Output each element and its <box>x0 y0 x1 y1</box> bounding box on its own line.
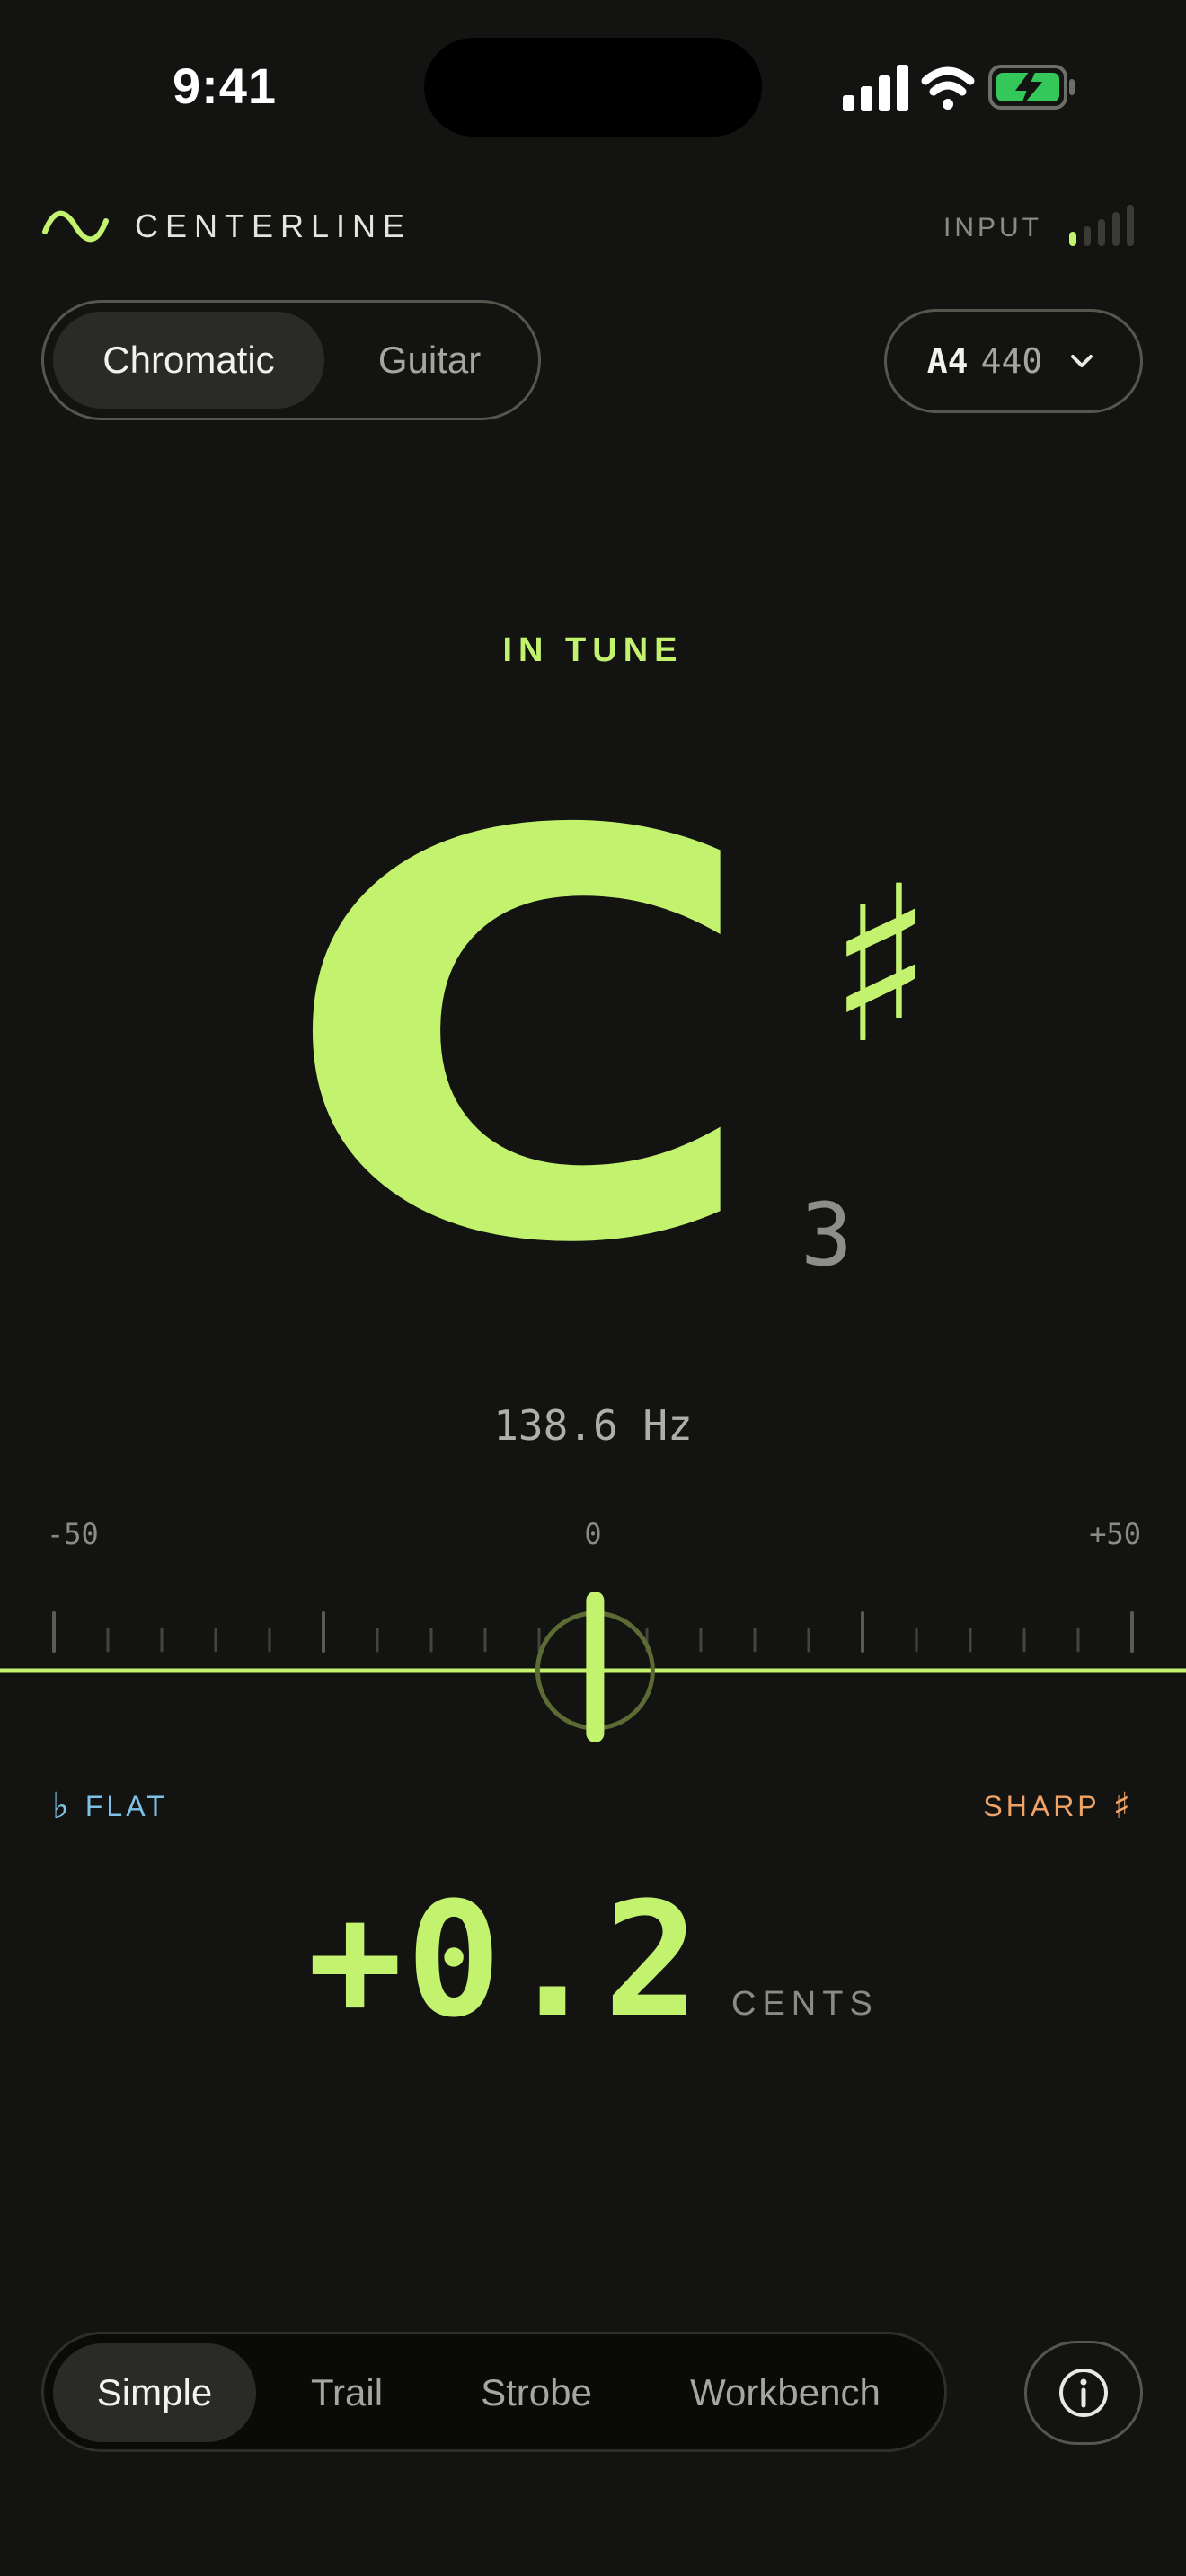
scale-min-label: -50 <box>47 1517 99 1551</box>
tuning-status: IN TUNE <box>502 631 684 669</box>
view-mode-tabs: Simple Trail Strobe Workbench <box>41 2332 947 2452</box>
note-octave: 3 <box>801 1185 853 1285</box>
cellular-signal-icon <box>843 65 908 111</box>
flat-label: FLAT <box>84 1789 168 1822</box>
detected-frequency: 138.6 Hz <box>493 1401 693 1450</box>
flat-indicator: ♭ FLAT <box>52 1784 168 1829</box>
reference-note: A4 <box>926 341 969 381</box>
reference-frequency: 440 <box>980 341 1043 381</box>
status-time: 9:41 <box>172 57 278 114</box>
sharp-label: SHARP <box>983 1789 1101 1822</box>
mode-chromatic[interactable]: Chromatic <box>53 312 324 409</box>
tab-simple[interactable]: Simple <box>53 2343 256 2442</box>
app-name: CENTERLINE <box>135 207 412 244</box>
cents-value: +0.2 <box>307 1868 704 2052</box>
tab-workbench[interactable]: Workbench <box>642 2343 928 2442</box>
scale-max-label: +50 <box>1089 1517 1141 1551</box>
info-icon <box>1059 2369 1108 2417</box>
sharp-indicator: SHARP ♯ <box>983 1784 1134 1829</box>
wifi-icon <box>921 66 975 110</box>
chevron-down-icon <box>1071 355 1093 367</box>
battery-charging-icon <box>988 65 1075 110</box>
note-accidental: ♯ <box>828 840 934 1091</box>
tuning-needle <box>535 1592 655 1742</box>
sine-wave-icon <box>42 210 109 243</box>
flat-icon: ♭ <box>52 1786 73 1827</box>
scale-zero-label: 0 <box>584 1517 602 1551</box>
reference-pitch-dropdown[interactable]: A4 440 <box>884 309 1143 413</box>
info-button[interactable] <box>1024 2341 1143 2445</box>
mode-guitar[interactable]: Guitar <box>330 312 529 409</box>
status-icons <box>843 65 1075 111</box>
input-level-meter <box>1069 205 1134 246</box>
cents-unit: CENTS <box>731 1985 879 2023</box>
tab-trail[interactable]: Trail <box>263 2343 430 2442</box>
sharp-icon: ♯ <box>1112 1786 1134 1827</box>
dynamic-island <box>424 38 762 137</box>
cents-readout: +0.2 CENTS <box>0 1868 1186 2052</box>
cents-meter <box>0 1592 1186 1742</box>
tab-strobe[interactable]: Strobe <box>438 2343 635 2442</box>
tuning-mode-selector: Chromatic Guitar <box>41 300 541 420</box>
detected-note: C <box>279 718 763 1365</box>
input-label: INPUT <box>943 213 1042 243</box>
